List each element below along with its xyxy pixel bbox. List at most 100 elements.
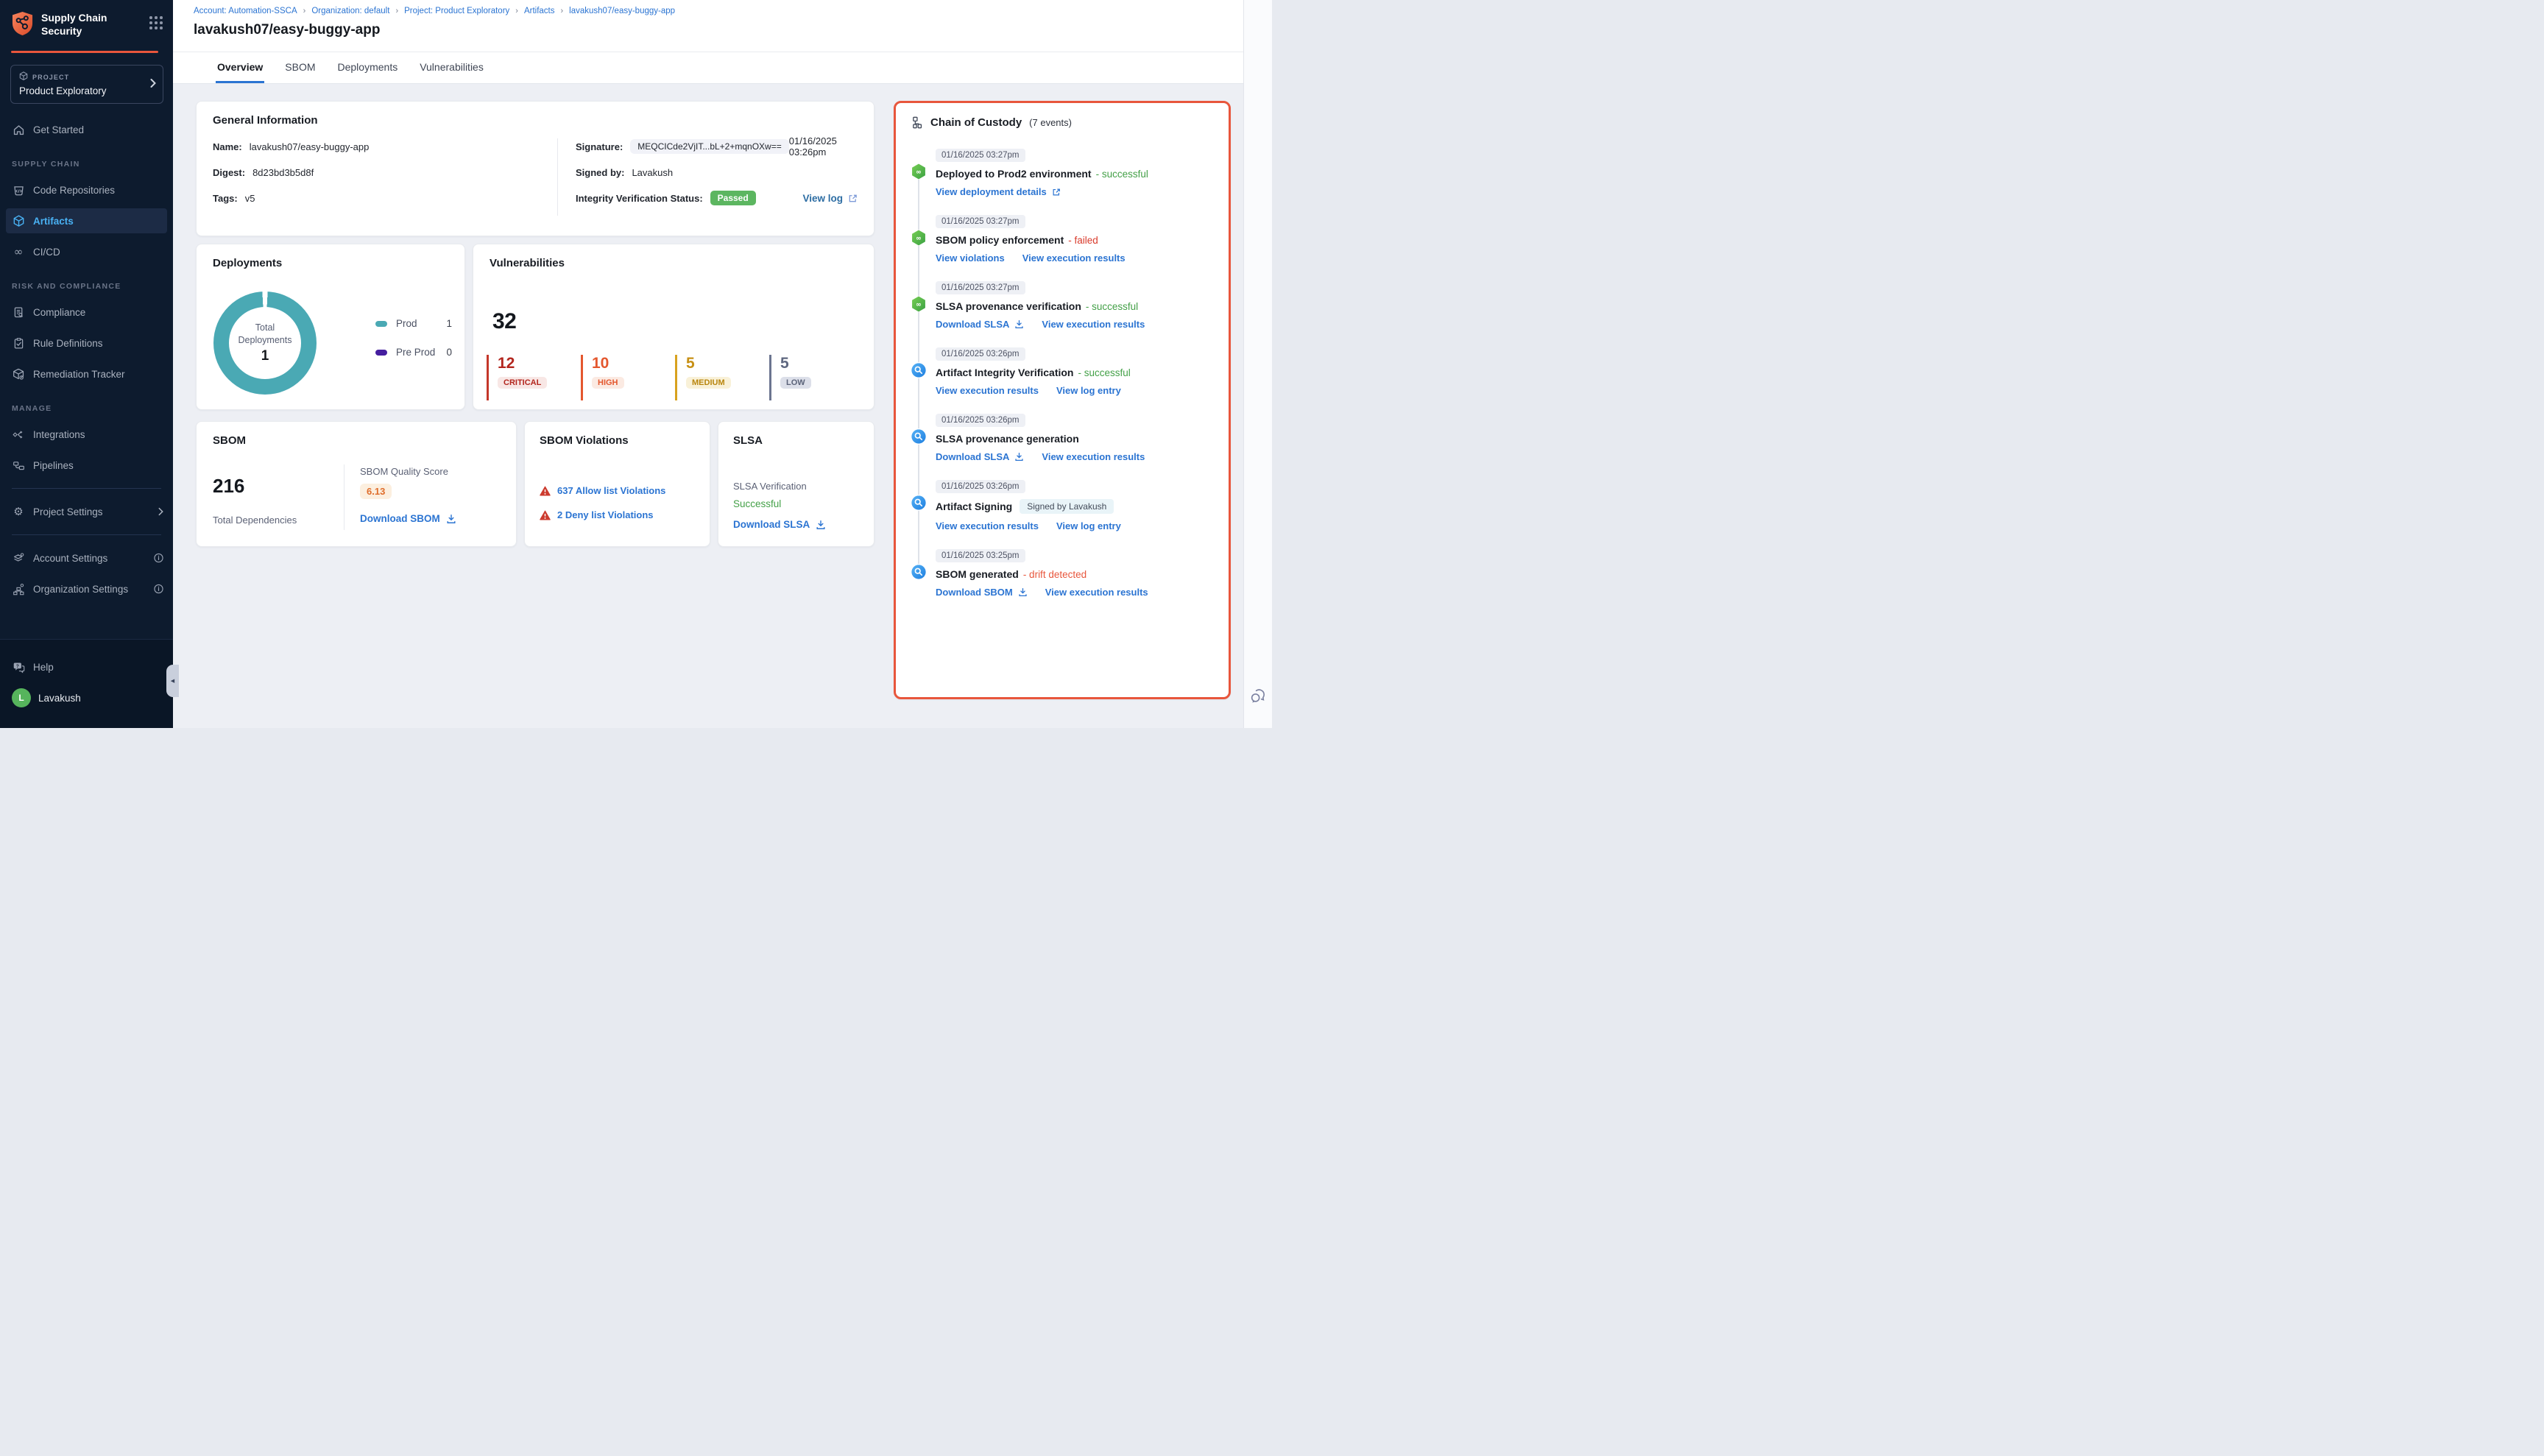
deployments-card: Deployments Total Deployments 1 Prod 1 P… — [196, 244, 465, 410]
scan-step-icon — [911, 495, 927, 511]
breadcrumb-project[interactable]: Project: Product Exploratory — [404, 7, 509, 15]
breadcrumb-account[interactable]: Account: Automation-SSCA — [194, 7, 297, 15]
sidebar-item-pipelines[interactable]: Pipelines — [0, 453, 173, 478]
shield-logo-icon — [11, 11, 34, 40]
download-icon — [1018, 587, 1028, 597]
section-manage: MANAGE — [0, 404, 173, 413]
sidebar-item-cicd[interactable]: ∞ CI/CD — [0, 239, 173, 264]
tab-overview[interactable]: Overview — [216, 52, 264, 83]
card-title: SBOM Violations — [540, 434, 695, 447]
right-utility-bar — [1243, 0, 1272, 728]
event-timestamp: 01/16/2025 03:25pm — [936, 549, 1025, 562]
sidebar-item-compliance[interactable]: Compliance — [0, 300, 173, 325]
download-sbom-link[interactable]: Download SBOM — [360, 513, 456, 524]
sidebar-item-artifacts[interactable]: Artifacts — [6, 208, 167, 233]
svg-text:∞: ∞ — [916, 300, 922, 308]
integrations-icon — [12, 428, 25, 441]
sidebar-item-account-settings[interactable]: Account Settings — [0, 545, 173, 570]
view-violations-link[interactable]: View violations — [936, 252, 1005, 264]
severity-row: 12 CRITICAL 10 HIGH 5 MEDIUM 5 LOW — [487, 355, 863, 400]
event-status: - drift detected — [1023, 569, 1086, 580]
divider — [12, 534, 161, 535]
event-timestamp: 01/16/2025 03:27pm — [936, 215, 1025, 228]
cube-wrench-icon — [12, 368, 25, 381]
sidebar-item-code-repositories[interactable]: Code Repositories — [0, 177, 173, 202]
sidebar-item-project-settings[interactable]: ⚙ Project Settings — [0, 499, 173, 524]
help-chat-icon: ? — [12, 661, 25, 674]
signature-value[interactable]: MEQCICde2VjIT...bL+2+mqnOXw== — [630, 139, 788, 154]
cube-icon — [12, 215, 25, 227]
download-sbom-link[interactable]: Download SBOM — [936, 587, 1028, 598]
sidebar-item-rule-definitions[interactable]: Rule Definitions — [0, 331, 173, 356]
download-icon — [1014, 319, 1024, 329]
sidebar-collapse-handle[interactable]: ◀ — [166, 665, 179, 697]
tab-deployments[interactable]: Deployments — [336, 52, 400, 83]
external-link-icon — [848, 194, 858, 203]
sidebar-footer: ? Help L Lavakush — [0, 639, 173, 728]
sidebar-item-remediation-tracker[interactable]: Remediation Tracker — [0, 361, 173, 386]
deny-list-violations-link[interactable]: 2 Deny list Violations — [540, 509, 654, 520]
page-title: lavakush07/easy-buggy-app — [194, 22, 1243, 38]
view-deployment-details-link[interactable]: View deployment details — [936, 186, 1061, 197]
event-status: - successful — [1096, 169, 1148, 180]
project-selector[interactable]: PROJECT Product Exploratory — [10, 65, 163, 104]
apps-grid-icon[interactable] — [149, 16, 163, 29]
event-status: - failed — [1068, 235, 1098, 246]
sidebar: Supply Chain Security PROJECT Product Ex… — [0, 0, 173, 728]
card-title: SLSA — [733, 434, 859, 447]
view-execution-results-link[interactable]: View execution results — [936, 385, 1039, 396]
event-status: - successful — [1078, 367, 1130, 378]
project-selector-label: PROJECT — [19, 71, 145, 82]
view-execution-results-link[interactable]: View execution results — [936, 520, 1039, 531]
support-chat-icon[interactable] — [1249, 687, 1268, 709]
view-execution-results-link[interactable]: View execution results — [1042, 451, 1145, 462]
tab-bar: Overview SBOM Deployments Vulnerabilitie… — [173, 52, 1243, 84]
breadcrumb-current[interactable]: lavakush07/easy-buggy-app — [569, 7, 675, 15]
download-slsa-link[interactable]: Download SLSA — [936, 319, 1024, 330]
svg-text:∞: ∞ — [916, 168, 922, 176]
tags-row: Tags: v5 — [213, 190, 557, 206]
breadcrumb-artifacts[interactable]: Artifacts — [524, 7, 555, 15]
warning-icon — [540, 486, 551, 496]
view-log-link[interactable]: View log — [802, 193, 858, 204]
sidebar-item-integrations[interactable]: Integrations — [0, 422, 173, 447]
sidebar-item-organization-settings[interactable]: Organization Settings — [0, 576, 173, 601]
svg-text:?: ? — [15, 663, 18, 668]
view-execution-results-link[interactable]: View execution results — [1045, 587, 1148, 598]
scan-step-icon — [911, 428, 927, 445]
download-slsa-link[interactable]: Download SLSA — [733, 519, 826, 530]
user-menu[interactable]: L Lavakush — [0, 685, 173, 710]
event-title: SBOM generated — [936, 568, 1019, 580]
deployments-legend: Prod 1 Pre Prod 0 — [375, 318, 452, 375]
signed-by-row: Signed by: Lavakush — [576, 164, 858, 180]
chain-event: 01/16/2025 03:26pm SLSA provenance gener… — [936, 413, 1214, 462]
vulnerabilities-card: Vulnerabilities 32 12 CRITICAL 10 HIGH 5… — [473, 244, 875, 410]
breadcrumb-organization[interactable]: Organization: default — [311, 7, 389, 15]
chevron-right-icon — [150, 78, 156, 91]
card-title: General Information — [213, 114, 858, 127]
severity-critical: 12 CRITICAL — [487, 355, 568, 400]
status-badge: Passed — [710, 191, 756, 205]
download-slsa-link[interactable]: Download SLSA — [936, 451, 1024, 462]
view-execution-results-link[interactable]: View execution results — [1022, 252, 1126, 264]
scan-step-icon — [911, 564, 927, 580]
name-row: Name: lavakush07/easy-buggy-app — [213, 138, 557, 155]
legend-item-prod: Prod 1 — [375, 318, 452, 329]
download-icon — [816, 520, 826, 530]
sidebar-item-get-started[interactable]: Get Started — [0, 117, 173, 142]
tab-sbom[interactable]: SBOM — [283, 52, 317, 83]
sbom-total-label: Total Dependencies — [213, 515, 297, 526]
slsa-verification-label: SLSA Verification — [733, 481, 807, 492]
card-title: Deployments — [213, 257, 448, 269]
slsa-card: SLSA SLSA Verification Successful Downlo… — [718, 421, 875, 547]
event-timestamp: 01/16/2025 03:26pm — [936, 347, 1025, 361]
view-log-entry-link[interactable]: View log entry — [1056, 520, 1121, 531]
sidebar-item-help[interactable]: ? Help — [0, 654, 173, 679]
chain-event: 01/16/2025 03:26pm Artifact Signing Sign… — [936, 479, 1214, 531]
tab-vulnerabilities[interactable]: Vulnerabilities — [418, 52, 485, 83]
allow-list-violations-link[interactable]: 637 Allow list Violations — [540, 485, 665, 496]
pipeline-step-icon: ∞ — [911, 163, 927, 180]
view-execution-results-link[interactable]: View execution results — [1042, 319, 1145, 330]
view-log-entry-link[interactable]: View log entry — [1056, 385, 1121, 396]
breadcrumb-separator: › — [561, 7, 564, 15]
